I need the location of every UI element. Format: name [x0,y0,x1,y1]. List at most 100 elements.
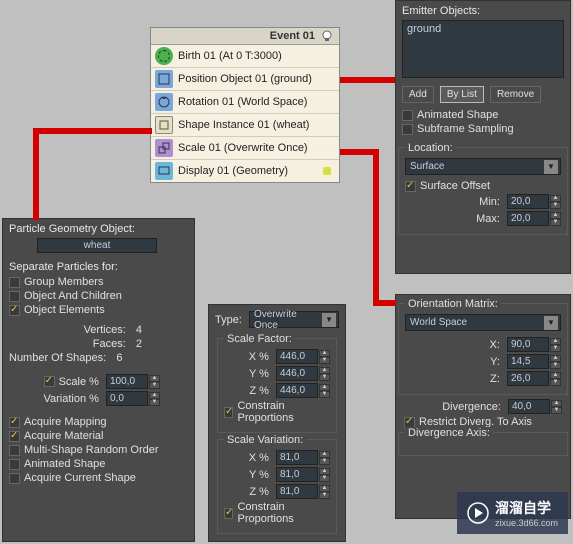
variation-pct-spinner[interactable]: 0,0 [106,391,148,406]
constrain-checkbox[interactable] [224,407,233,418]
shape-panel: Particle Geometry Object: Separate Parti… [2,218,195,542]
emitter-panel: Emitter Objects: ground Add By List Remo… [395,0,571,274]
vertices-label: Vertices: [84,324,126,336]
spinner-up[interactable]: ▲ [319,350,330,357]
restrict-checkbox[interactable] [404,417,415,428]
acq-mapping-checkbox[interactable] [9,417,20,428]
scale-pct-checkbox[interactable] [44,376,55,387]
spinner-up[interactable]: ▲ [319,384,330,391]
group-members-checkbox[interactable] [9,277,20,288]
spinner-up[interactable]: ▲ [551,400,562,407]
elements-checkbox[interactable] [9,305,20,316]
watermark: 溜溜自学 zixue.3d66.com [457,492,568,534]
spinner-up[interactable]: ▲ [319,468,330,475]
anim-shape-checkbox[interactable] [9,459,20,470]
spinner-down[interactable]: ▼ [319,492,330,499]
svy-spinner[interactable]: 81,0 [276,467,318,482]
max-spinner[interactable]: 20,0 [507,211,549,226]
display-indicator [323,167,331,175]
event-row-display[interactable]: Display 01 (Geometry) [151,160,339,182]
type-dropdown[interactable]: Overwrite Once ▼ [249,311,339,328]
divergence-axis-header: Divergence Axis: [405,427,493,439]
faces-value: 2 [136,338,142,350]
multishape-checkbox[interactable] [9,445,20,456]
event-header: Event 01 [151,28,339,45]
spinner-up[interactable]: ▲ [550,338,561,345]
sfx-label: X % [249,351,269,363]
animated-shape-checkbox[interactable] [402,110,413,121]
event-title: Event 01 [270,30,315,42]
spinner-down[interactable]: ▼ [149,382,160,389]
scale-panel: Type: Overwrite Once ▼ Scale Factor: X %… [208,304,346,542]
y-label: Y: [490,356,500,368]
spinner-down[interactable]: ▼ [550,202,561,209]
spinner-up[interactable]: ▲ [149,392,160,399]
event-row-position[interactable]: Position Object 01 (ground) [151,68,339,91]
spinner-up[interactable]: ▲ [319,367,330,374]
z-spinner[interactable]: 26,0 [507,371,549,386]
shape-icon [155,116,173,134]
spinner-up[interactable]: ▲ [319,451,330,458]
vconstrain-checkbox[interactable] [224,508,233,519]
sfz-spinner[interactable]: 446,0 [276,383,318,398]
sfy-spinner[interactable]: 446,0 [276,366,318,381]
event-row-shape[interactable]: Shape Instance 01 (wheat) [151,114,339,137]
display-icon [155,162,173,180]
spinner-down[interactable]: ▼ [319,357,330,364]
scale-pct-spinner[interactable]: 100,0 [106,374,148,389]
svy-label: Y % [249,469,269,481]
emitter-item: ground [407,23,441,35]
animated-shape-label: Animated Shape [417,109,498,121]
add-button[interactable]: Add [402,86,434,103]
sfx-spinner[interactable]: 446,0 [276,349,318,364]
acq-material-checkbox[interactable] [9,431,20,442]
spinner-down[interactable]: ▼ [550,379,561,386]
group-members-label: Group Members [24,276,103,288]
min-spinner[interactable]: 20,0 [507,194,549,209]
children-label: Object And Children [24,290,122,302]
connector-line [373,300,396,306]
spinner-down[interactable]: ▼ [551,407,562,414]
play-icon [467,502,489,524]
event-row-birth[interactable]: Birth 01 (At 0 T:3000) [151,45,339,68]
spinner-down[interactable]: ▼ [550,345,561,352]
spinner-up[interactable]: ▲ [550,212,561,219]
spinner-down[interactable]: ▼ [319,391,330,398]
event-row-scale[interactable]: Scale 01 (Overwrite Once) [151,137,339,160]
spinner-down[interactable]: ▼ [319,458,330,465]
event-row-rotation[interactable]: Rotation 01 (World Space) [151,91,339,114]
svz-spinner[interactable]: 81,0 [276,484,318,499]
remove-button[interactable]: Remove [490,86,541,103]
spinner-up[interactable]: ▲ [319,485,330,492]
surface-offset-checkbox[interactable] [405,181,416,192]
geometry-name-input[interactable] [37,238,157,253]
subframe-checkbox[interactable] [402,124,413,135]
acq-current-checkbox[interactable] [9,473,20,484]
min-label: Min: [479,196,500,208]
bylist-button[interactable]: By List [440,86,484,103]
spinner-down[interactable]: ▼ [550,219,561,226]
x-spinner[interactable]: 90,0 [507,337,549,352]
emitter-listbox[interactable]: ground [402,20,564,78]
spinner-up[interactable]: ▲ [550,195,561,202]
spinner-down[interactable]: ▼ [149,399,160,406]
children-checkbox[interactable] [9,291,20,302]
birth-label: Birth 01 (At 0 T:3000) [178,50,282,62]
spinner-up[interactable]: ▲ [550,355,561,362]
spinner-up[interactable]: ▲ [149,375,160,382]
y-spinner[interactable]: 14,5 [507,354,549,369]
location-dropdown[interactable]: Surface ▼ [405,158,561,175]
spinner-up[interactable]: ▲ [550,372,561,379]
subframe-label: Subframe Sampling [417,123,514,135]
lightbulb-icon[interactable] [321,30,333,42]
spinner-down[interactable]: ▼ [550,362,561,369]
divergence-spinner[interactable]: 40,0 [508,399,550,414]
svx-spinner[interactable]: 81,0 [276,450,318,465]
orientation-dropdown[interactable]: World Space ▼ [405,314,561,331]
scale-variation-header: Scale Variation: [224,434,306,446]
display-label: Display 01 (Geometry) [178,165,288,177]
spinner-down[interactable]: ▼ [319,475,330,482]
orientation-header: Orientation Matrix: [405,298,501,310]
chevron-down-icon: ▼ [544,316,558,330]
spinner-down[interactable]: ▼ [319,374,330,381]
